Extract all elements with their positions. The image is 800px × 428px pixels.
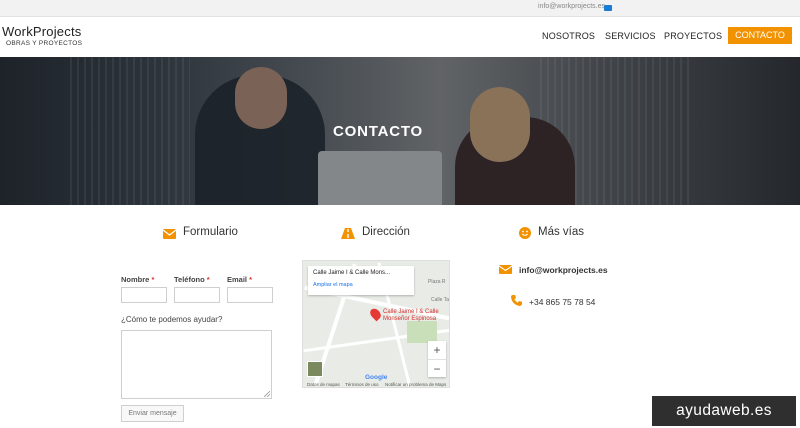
name-label-text: Nombre bbox=[121, 275, 150, 284]
map-zoom-controls: + − bbox=[428, 341, 446, 377]
phone-icon bbox=[511, 295, 522, 306]
main-navigation: WorkProjects OBRAS Y PROYECTOS NOSOTROS … bbox=[0, 17, 800, 57]
nav-item-contacto[interactable]: CONTACTO bbox=[728, 27, 792, 44]
top-bar: info@workprojects.es bbox=[0, 0, 800, 17]
nav-item-proyectos[interactable]: PROYECTOS bbox=[664, 31, 722, 41]
email-required-mark: * bbox=[249, 275, 253, 284]
map-report-link[interactable]: Notificar un problema de Maps bbox=[385, 382, 446, 387]
phone-input[interactable] bbox=[174, 287, 220, 303]
name-required-mark: * bbox=[151, 275, 155, 284]
hero-title: CONTACTO bbox=[332, 123, 423, 140]
nav-item-nosotros[interactable]: NOSOTROS bbox=[542, 31, 595, 41]
nav-item-servicios[interactable]: SERVICIOS bbox=[605, 31, 656, 41]
map-satellite-thumbnail[interactable] bbox=[307, 361, 323, 377]
page: info@workprojects.es WorkProjects OBRAS … bbox=[0, 0, 800, 428]
map-pin-label-line2: Monseñor Espinosa bbox=[383, 316, 437, 322]
more-ways-heading: Más vías bbox=[538, 226, 585, 238]
message-label: ¿Cómo te podemos ayudar? bbox=[121, 315, 223, 324]
phone-label: Teléfono * bbox=[174, 275, 210, 284]
email-input[interactable] bbox=[227, 287, 273, 303]
map-data-attribution[interactable]: Datos de mapas bbox=[307, 382, 340, 387]
google-logo: Google bbox=[365, 374, 388, 381]
map-pin-label: Calle Jaime I & Calle Monseñor Espinosa bbox=[383, 309, 439, 323]
envelope-icon bbox=[499, 265, 512, 274]
phone-required-mark: * bbox=[206, 275, 210, 284]
message-textarea[interactable] bbox=[121, 330, 272, 399]
map-place-label: Plaza R bbox=[428, 279, 446, 285]
map-terms-link[interactable]: Términos de uso bbox=[345, 382, 379, 387]
map-park bbox=[407, 321, 437, 343]
brand-name[interactable]: WorkProjects bbox=[2, 24, 81, 39]
zoom-out-button[interactable]: − bbox=[428, 359, 446, 377]
address-heading: Dirección bbox=[362, 226, 410, 238]
contact-phone[interactable]: +34 865 75 78 54 bbox=[529, 297, 595, 307]
map-place-label: Calle Ta bbox=[431, 297, 449, 303]
google-map[interactable]: Plaza R Calle Ta Calle Jaime I & Calle M… bbox=[302, 260, 450, 388]
contact-email-link[interactable]: info@workprojects.es bbox=[519, 265, 608, 275]
map-card-title: Calle Jaime I & Calle Mons... bbox=[313, 270, 391, 276]
map-info-card: Calle Jaime I & Calle Mons... Ampliar el… bbox=[308, 266, 414, 295]
email-label-text: Email bbox=[227, 275, 248, 284]
topbar-email-link[interactable]: info@workprojects.es bbox=[538, 3, 605, 10]
resize-handle-icon[interactable] bbox=[264, 391, 270, 397]
name-label: Nombre * bbox=[121, 275, 154, 284]
road-icon bbox=[341, 228, 355, 239]
map-pin-label-line1: Calle Jaime I & Calle bbox=[383, 309, 439, 315]
email-label: Email * bbox=[227, 275, 252, 284]
map-pin-icon[interactable] bbox=[368, 306, 383, 322]
zoom-in-button[interactable]: + bbox=[428, 341, 446, 359]
form-heading: Formulario bbox=[183, 226, 238, 238]
envelope-icon bbox=[163, 229, 176, 239]
brand-tagline: OBRAS Y PROYECTOS bbox=[6, 40, 83, 47]
watermark: ayudaweb.es bbox=[652, 396, 796, 426]
hero-banner: CONTACTO bbox=[0, 57, 800, 205]
name-input[interactable] bbox=[121, 287, 167, 303]
smile-icon bbox=[519, 227, 531, 239]
phone-label-text: Teléfono bbox=[174, 275, 205, 284]
mail-icon[interactable] bbox=[604, 5, 612, 11]
send-message-button[interactable]: Enviar mensaje bbox=[121, 405, 184, 422]
enlarge-map-link[interactable]: Ampliar el mapa bbox=[313, 282, 353, 288]
